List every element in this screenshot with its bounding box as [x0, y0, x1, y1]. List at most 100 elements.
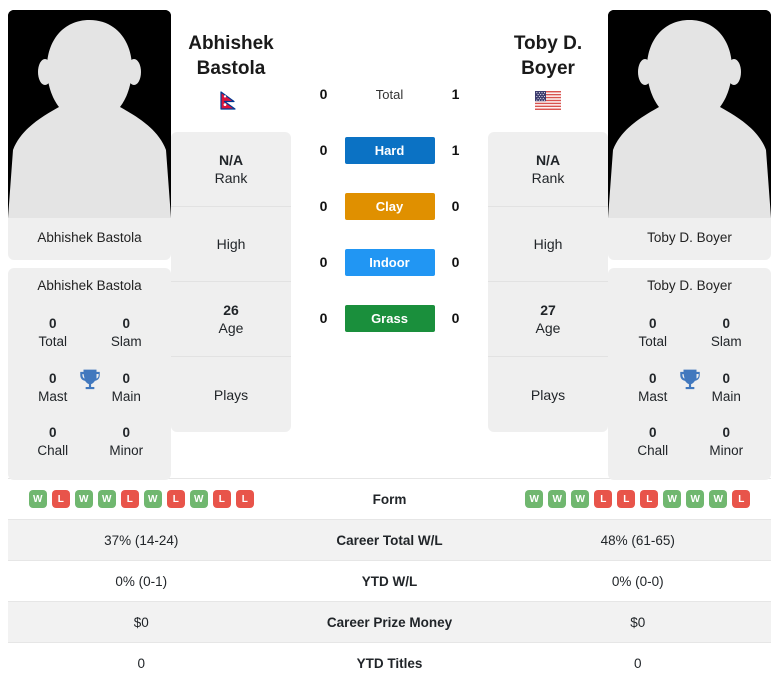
left-player-info-column: Abhishek Bastola N/A Rank High 26 Age Pl… [171, 10, 291, 433]
person-silhouette-icon [8, 10, 171, 218]
left-player-photo-caption: Abhishek Bastola [37, 230, 142, 245]
right-info-age: 27 Age [488, 282, 608, 358]
right-rank-value: N/A [535, 152, 561, 169]
left-titles-total-label: Total [38, 334, 68, 350]
stats-row-career-prize-money: $0 Career Prize Money $0 [8, 601, 771, 642]
right-player-titles-card: Toby D. Boyer 0 Total 0 Slam 0 Mast 0 Ma… [608, 268, 771, 481]
stats-comparison-table: WLWWLWLWLL Form WWWLLLWWWL 37% (14-24) C… [0, 478, 779, 683]
h2h-total-right-score: 1 [451, 86, 460, 102]
h2h-total-left-score: 0 [319, 86, 328, 102]
h2h-clay-badge[interactable]: Clay [344, 192, 435, 220]
stats-row-ytd-titles: 0 YTD Titles 0 [8, 642, 771, 683]
right-titles-minor-value: 0 [722, 425, 730, 441]
right-career-total-wl: 48% (61-65) [600, 532, 675, 548]
form-badge-loss: L [212, 490, 231, 508]
left-player-name[interactable]: Abhishek Bastola [171, 32, 291, 81]
h2h-row-indoor: 0 Indoor 0 [291, 234, 488, 290]
left-titles-minor: 0 Minor [90, 424, 164, 460]
right-titles-minor-label: Minor [709, 443, 744, 459]
left-player-photo-card[interactable]: Abhishek Bastola [8, 10, 171, 261]
right-player-info-card: N/A Rank High 27 Age Plays [488, 132, 608, 433]
h2h-grass-left-score: 0 [319, 310, 328, 326]
left-age-label: Age [218, 320, 244, 337]
right-career-prize-money: $0 [630, 614, 646, 630]
right-ytd-titles: 0 [633, 655, 642, 671]
trophy-icon [679, 369, 700, 390]
right-player-photo-column: Toby D. Boyer Toby D. Boyer 0 Total 0 Sl… [608, 10, 771, 481]
left-titles-slam-label: Slam [110, 334, 142, 350]
form-badge-loss: L [640, 490, 659, 508]
right-titles-slam: 0 Slam [690, 315, 764, 351]
h2h-clay-left-score: 0 [319, 198, 328, 214]
left-player-flag-wrap [171, 81, 291, 110]
left-player-last-name: Bastola [196, 57, 266, 79]
left-titles-total-value: 0 [48, 316, 57, 332]
h2h-hard-left-score: 0 [319, 142, 328, 158]
right-player-flag-wrap [488, 81, 608, 111]
form-badge-loss: L [235, 490, 254, 508]
h2h-clay-right-score: 0 [451, 198, 460, 214]
form-badge-win: W [97, 490, 116, 508]
form-badge-win: W [548, 490, 567, 508]
left-info-plays: Plays [171, 357, 291, 432]
right-plays-label: Plays [530, 386, 566, 403]
right-titles-chall-value: 0 [648, 425, 657, 441]
left-rank-value: N/A [218, 152, 244, 169]
h2h-indoor-badge[interactable]: Indoor [344, 248, 435, 276]
right-titles-chall: 0 Chall [616, 424, 690, 460]
left-plays-label: Plays [213, 386, 249, 403]
right-titles-chall-label: Chall [637, 443, 669, 459]
h2h-indoor-right-score: 0 [451, 254, 460, 270]
head-to-head-column: 0 Total 1 0 Hard 1 0 Clay 0 0 Indoor 0 0 [291, 10, 488, 346]
left-titles-chall-label: Chall [37, 443, 69, 459]
left-player-photo-column: Abhishek Bastola Abhishek Bastola 0 Tota… [8, 10, 171, 481]
form-badge-loss: L [120, 490, 139, 508]
right-titles-minor: 0 Minor [690, 424, 764, 460]
h2h-hard-right-score: 1 [451, 142, 460, 158]
left-titles-minor-label: Minor [109, 443, 144, 459]
right-info-high: High [488, 207, 608, 283]
right-player-last-name: Boyer [521, 57, 575, 79]
right-player-photo-card[interactable]: Toby D. Boyer [608, 10, 771, 261]
left-age-value: 26 [223, 302, 239, 319]
right-age-label: Age [535, 320, 561, 337]
right-form-cell: WWWLLLWWWL [505, 490, 772, 508]
form-badge-win: W [663, 490, 682, 508]
form-badge-win: W [525, 490, 544, 508]
right-titles-total-value: 0 [648, 316, 657, 332]
left-info-high: High [171, 207, 291, 283]
left-player-avatar [8, 10, 171, 218]
form-badge-loss: L [51, 490, 70, 508]
flag-nepal-icon [220, 91, 236, 110]
right-player-name[interactable]: Toby D. Boyer [488, 32, 608, 81]
person-silhouette-icon [608, 10, 771, 218]
stats-label-ytd-wl: YTD W/L [361, 573, 418, 589]
form-badge-win: W [686, 490, 705, 508]
left-player-first-name: Abhishek [188, 33, 274, 54]
h2h-row-grass: 0 Grass 0 [291, 290, 488, 346]
form-badge-loss: L [617, 490, 636, 508]
left-ytd-titles: 0 [137, 655, 145, 671]
h2h-row-total: 0 Total 1 [291, 66, 488, 122]
stats-label-career-total-wl: Career Total W/L [336, 532, 443, 548]
comparison-header: Abhishek Bastola Abhishek Bastola 0 Tota… [0, 0, 779, 481]
h2h-hard-badge[interactable]: Hard [344, 136, 435, 164]
right-age-value: 27 [540, 302, 556, 319]
right-titles-slam-value: 0 [722, 316, 730, 332]
form-badge-loss: L [594, 490, 613, 508]
stats-label-ytd-titles: YTD Titles [356, 655, 423, 671]
left-titles-total: 0 Total [16, 315, 90, 351]
left-titles-grid: 0 Total 0 Slam 0 Mast 0 Main 0 Chall 0 M… [16, 299, 163, 460]
left-titles-minor-value: 0 [122, 425, 130, 441]
flag-usa-icon [535, 91, 561, 111]
form-badge-win: W [143, 490, 162, 508]
right-player-first-name: Toby D. [513, 33, 583, 54]
left-form-cell: WLWWLWLWLL [8, 490, 275, 508]
stats-row-ytd-wl: 0% (0-1) YTD W/L 0% (0-0) [8, 560, 771, 601]
left-ytd-wl: 0% (0-1) [115, 573, 168, 589]
left-info-age: 26 Age [171, 282, 291, 358]
right-info-rank: N/A Rank [488, 132, 608, 208]
h2h-grass-badge[interactable]: Grass [344, 304, 435, 332]
right-player-info-column: Toby D. Boyer N/A Rank High 27 Age Plays [488, 10, 608, 433]
right-high-label: High [533, 236, 563, 253]
